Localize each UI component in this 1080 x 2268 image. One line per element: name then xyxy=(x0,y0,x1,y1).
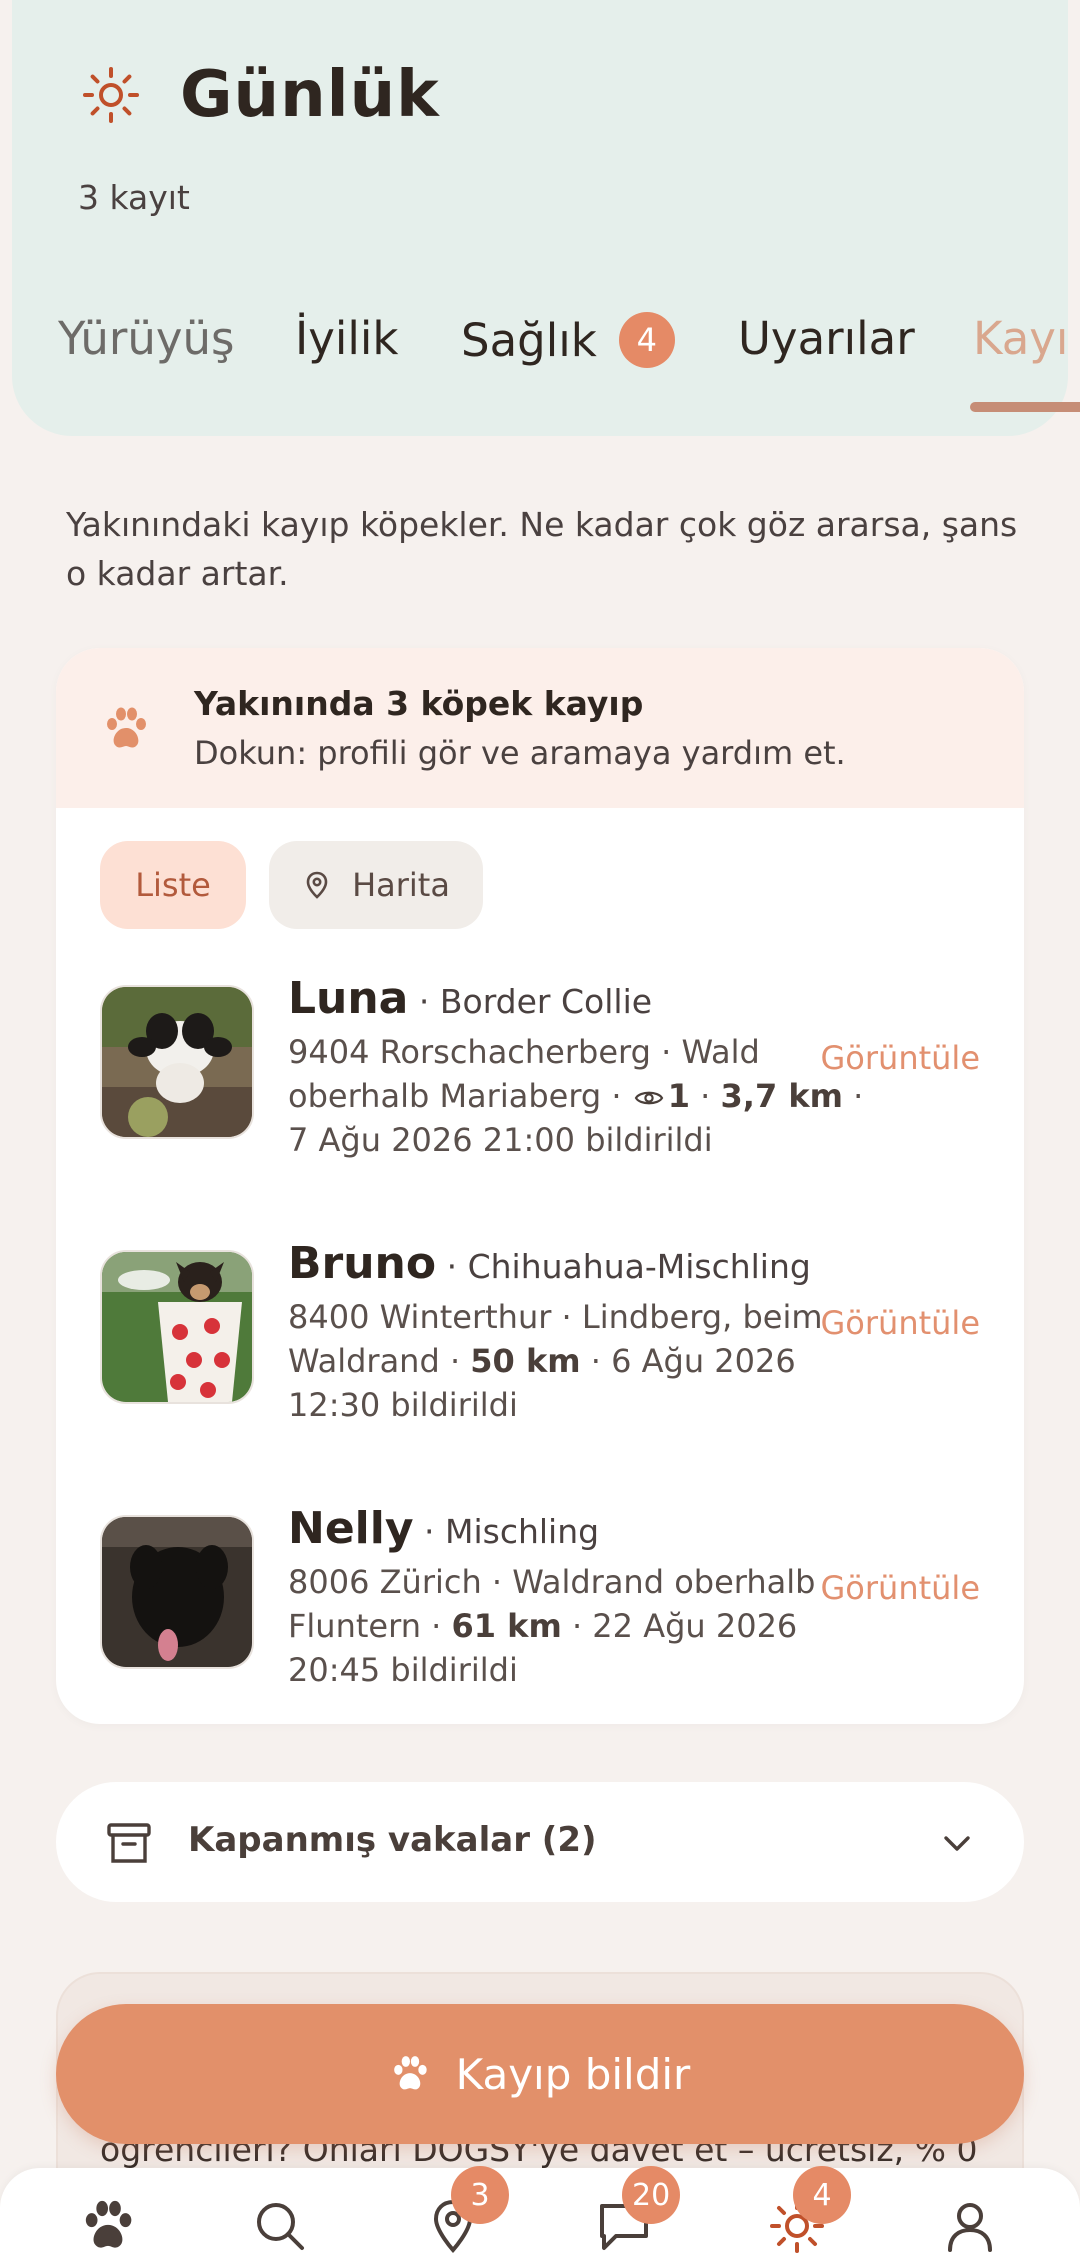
nav-badge: 20 xyxy=(622,2166,681,2224)
map-pin-icon xyxy=(306,871,328,899)
view-dog-link[interactable]: Görüntüle xyxy=(821,1304,981,1342)
title-row: Günlük xyxy=(82,58,440,132)
bottom-nav: 3 20 4 xyxy=(0,2166,1080,2268)
nav-badge: 3 xyxy=(451,2166,509,2224)
dog-name: Luna xyxy=(288,973,409,1024)
chip-label: Liste xyxy=(135,866,211,904)
view-dog-link[interactable]: Görüntüle xyxy=(821,1569,981,1607)
search-icon xyxy=(257,2203,304,2250)
header: Günlük 3 kayıt Yürüyüş İyilik Sağlık 4 U… xyxy=(12,0,1068,436)
dog-info: Bruno · Chihuahua-Mischling 8400 Wintert… xyxy=(288,1240,868,1427)
sun-icon xyxy=(83,67,139,123)
nearby-alert-banner[interactable]: Yakınında 3 köpek kayıp Dokun: profili g… xyxy=(56,648,1024,808)
tab-walk[interactable]: Yürüyüş xyxy=(58,312,234,365)
dog-breed: · Border Collie xyxy=(418,982,653,1021)
nav-map[interactable]: 3 xyxy=(425,2166,509,2254)
nav-badge: 4 xyxy=(793,2166,851,2224)
closed-cases-accordion[interactable]: Kapanmış vakalar (2) xyxy=(56,1782,1024,1902)
archive-icon xyxy=(107,1823,151,1863)
nav-home[interactable] xyxy=(80,2198,136,2254)
lost-dogs-card: Yakınında 3 köpek kayıp Dokun: profili g… xyxy=(56,648,1024,1724)
tab-health[interactable]: Sağlık 4 xyxy=(461,312,675,368)
profile-icon xyxy=(948,2203,992,2252)
dog-distance: 61 km xyxy=(451,1607,562,1645)
dog-info: Nelly · Mischling 8006 Zürich · Waldrand… xyxy=(288,1505,868,1692)
tab-kindness[interactable]: İyilik xyxy=(295,312,398,365)
tab-label: Sağlık xyxy=(461,313,597,367)
page-title: Günlük xyxy=(180,58,440,132)
report-button-label: Kayıp bildir xyxy=(455,2049,691,2099)
tab-lost[interactable]: Kayı xyxy=(973,312,1068,365)
view-count: 1 xyxy=(667,1077,690,1115)
dog-distance: 50 km xyxy=(470,1342,581,1380)
map-view-chip[interactable]: Harita xyxy=(269,841,483,929)
active-tab-indicator xyxy=(970,402,1080,412)
paw-icon xyxy=(107,707,146,748)
paw-icon xyxy=(393,2056,427,2090)
dog-details: 9404 Rorschacherberg · Wald oberhalb Mar… xyxy=(288,1033,864,1159)
chevron-down-icon xyxy=(944,1836,970,1851)
dog-distance: 3,7 km xyxy=(720,1077,843,1115)
nav-profile[interactable] xyxy=(942,2198,998,2254)
closed-cases-label: Kapanmış vakalar (2) xyxy=(188,1820,597,1860)
dog-breed: · Mischling xyxy=(424,1512,600,1551)
report-lost-button[interactable]: Kayıp bildir xyxy=(56,2004,1024,2144)
nav-messages[interactable]: 20 xyxy=(596,2166,681,2254)
tab-bar: Yürüyüş İyilik Sağlık 4 Uyarılar Kayı xyxy=(12,312,1068,372)
tab-badge: 4 xyxy=(618,312,675,368)
tab-alerts[interactable]: Uyarılar xyxy=(738,312,915,365)
intro-text: Yakınındaki kayıp köpekler. Ne kadar çok… xyxy=(66,505,1018,593)
lost-dog-row[interactable]: Luna · Border Collie 9404 Rorschacherber… xyxy=(56,975,1024,1185)
tab-label: Uyarılar xyxy=(738,312,915,365)
nav-journal[interactable]: 4 xyxy=(769,2166,851,2254)
alert-title: Yakınında 3 köpek kayıp xyxy=(194,684,644,723)
list-view-chip[interactable]: Liste xyxy=(100,841,246,929)
dog-photo xyxy=(100,1515,254,1669)
dog-location: 9404 Rorschacherberg · Wald oberhalb Mar… xyxy=(288,1033,760,1115)
tab-label: Kayı xyxy=(973,312,1068,365)
dog-breed: · Chihuahua-Mischling xyxy=(446,1247,811,1286)
eye-icon xyxy=(634,1091,664,1105)
dog-details: 8006 Zürich · Waldrand oberhalb Fluntern… xyxy=(288,1560,868,1692)
lost-dog-row[interactable]: Nelly · Mischling 8006 Zürich · Waldrand… xyxy=(56,1505,1024,1715)
view-dog-link[interactable]: Görüntüle xyxy=(821,1039,981,1077)
dog-info: Luna · Border Collie 9404 Rorschacherber… xyxy=(288,975,868,1162)
alert-subtitle: Dokun: profili gör ve aramaya yardım et. xyxy=(194,734,846,772)
chip-label: Harita xyxy=(352,866,450,904)
tab-label: Yürüyüş xyxy=(58,312,235,365)
dog-photo xyxy=(100,985,254,1139)
tab-label: İyilik xyxy=(295,312,399,365)
paw-icon xyxy=(85,2200,132,2248)
dog-details: 8400 Winterthur · Lindberg, beim Waldran… xyxy=(288,1295,868,1427)
nav-search[interactable] xyxy=(252,2198,308,2254)
dog-name: Bruno xyxy=(288,1238,437,1289)
record-count: 3 kayıt xyxy=(78,178,190,217)
dog-photo xyxy=(100,1250,254,1404)
lost-dog-row[interactable]: Bruno · Chihuahua-Mischling 8400 Wintert… xyxy=(56,1240,1024,1450)
dog-name: Nelly xyxy=(288,1503,414,1554)
